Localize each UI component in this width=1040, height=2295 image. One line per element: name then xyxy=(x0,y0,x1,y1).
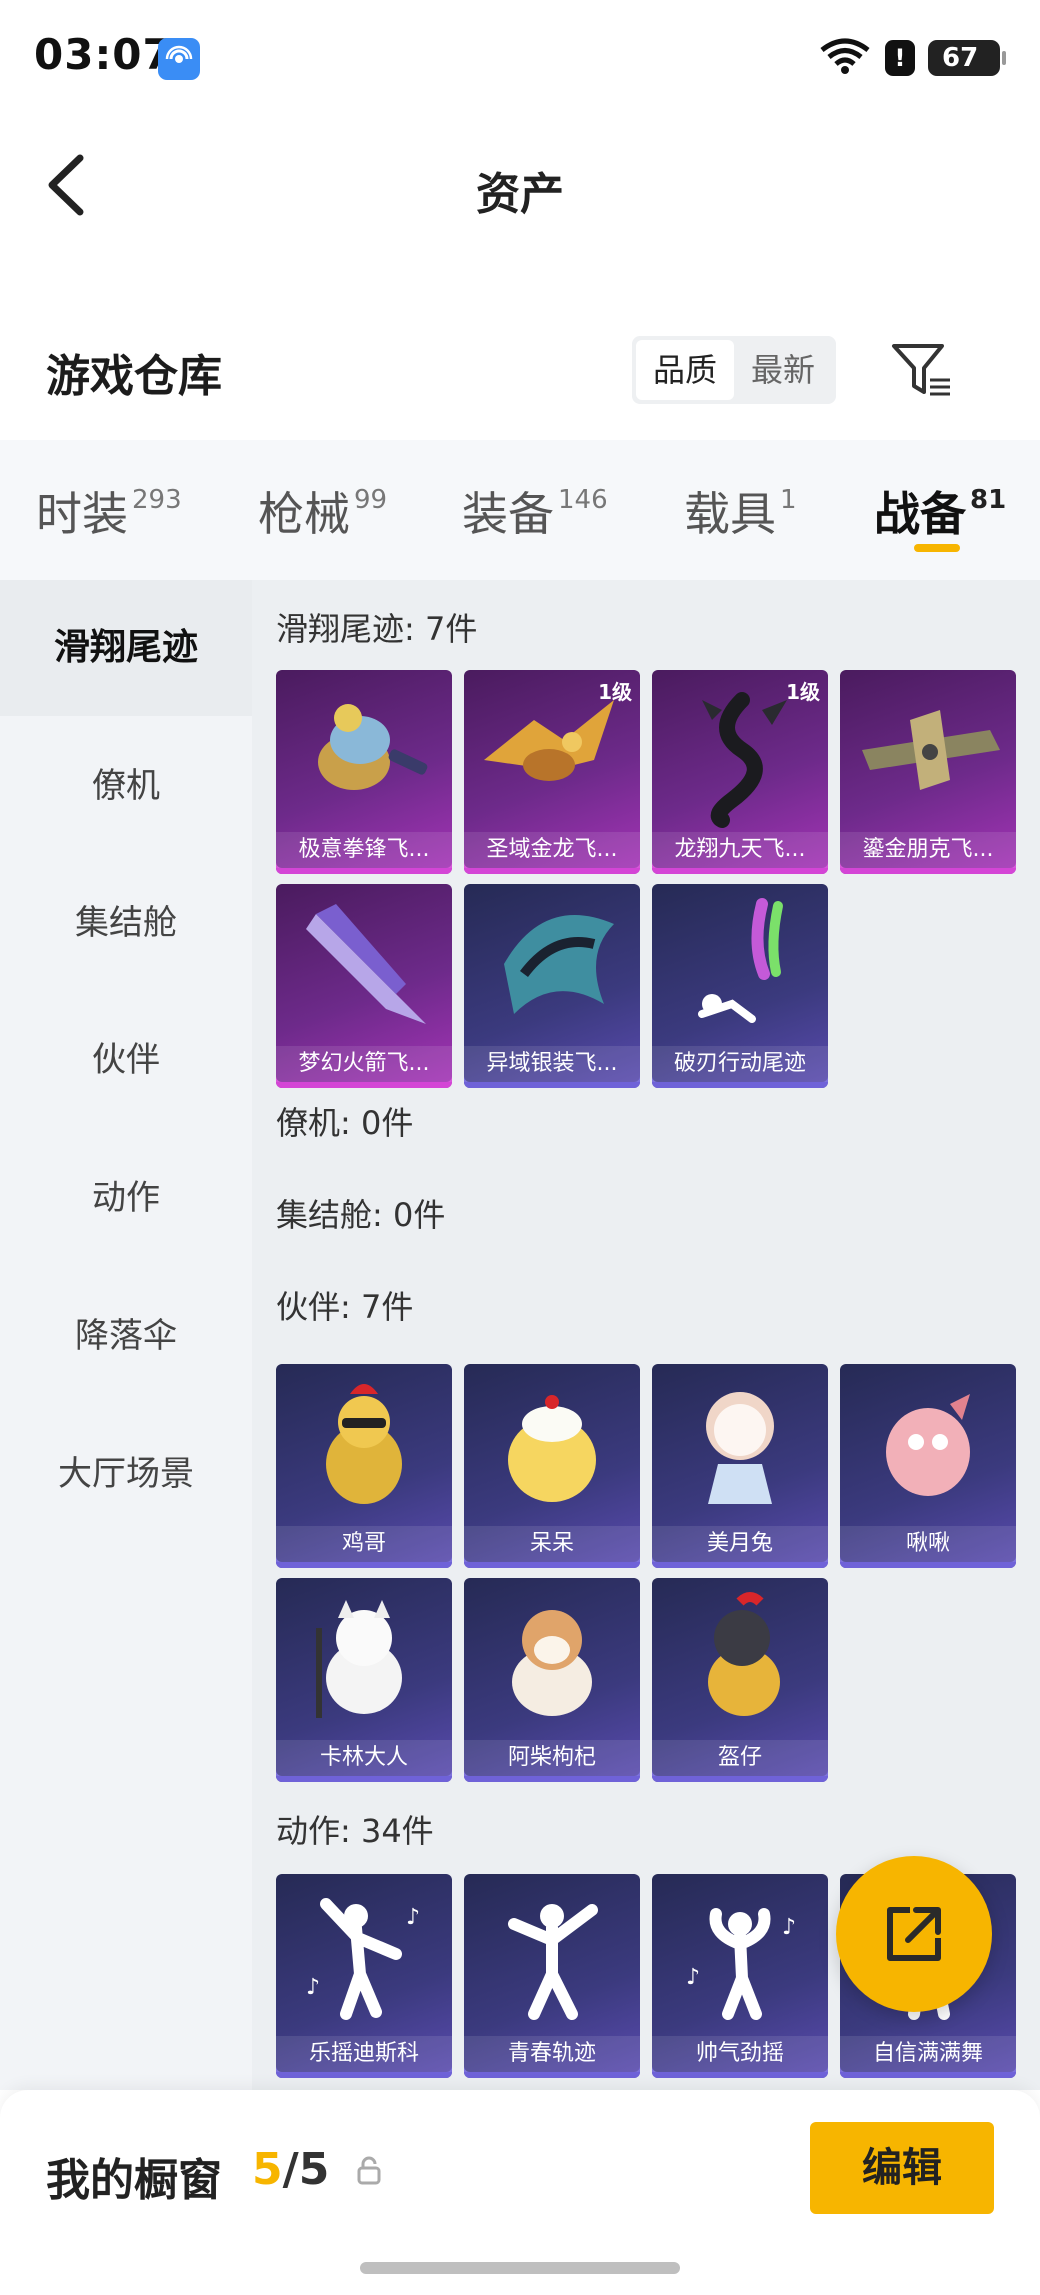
item-thumbnail: ♪♪ xyxy=(686,1908,796,2020)
category-tabs: 时装 293 枪械 99 装备 146 载具 1 战备 81 xyxy=(0,440,1040,580)
item-thumbnail xyxy=(306,904,426,1024)
item-thumbnail xyxy=(698,898,783,1023)
svg-text:♪: ♪ xyxy=(782,1915,796,1940)
sidebar-item-wingman[interactable]: 僚机 xyxy=(0,718,252,854)
showcase-label: 我的橱窗 xyxy=(46,2155,222,2206)
active-tab-indicator xyxy=(914,544,960,552)
filter-icon xyxy=(892,344,950,396)
subcategory-sidebar: 滑翔尾迹 僚机 集结舱 伙伴 动作 降落伞 大厅场景 xyxy=(0,580,252,2090)
status-time: 03:07 xyxy=(34,30,173,79)
sidebar-item-lobby-scene[interactable]: 大厅场景 xyxy=(0,1406,252,1542)
item-thumbnail xyxy=(318,704,428,790)
item-card[interactable]: 异域银装飞... xyxy=(464,884,640,1088)
app-notification-icon xyxy=(158,38,200,80)
item-card[interactable]: ♪ ♪ 乐摇迪斯科 xyxy=(276,1874,452,2078)
item-thumbnail xyxy=(708,1592,780,1716)
item-card[interactable]: 梦幻火箭飞... xyxy=(276,884,452,1088)
item-thumbnail xyxy=(316,1600,402,1718)
item-card[interactable]: 鎏金朋克飞... xyxy=(840,670,1016,874)
sort-quality-button[interactable]: 品质 xyxy=(636,340,734,400)
item-thumbnail xyxy=(326,1384,402,1504)
battery-icon: 67 xyxy=(928,40,1006,76)
svg-text:♪: ♪ xyxy=(306,1975,320,2000)
sidebar-item-glide-trail[interactable]: 滑翔尾迹 xyxy=(0,580,252,716)
section-title-emote: 动作: 34件 xyxy=(276,1812,434,1850)
tab-guns[interactable]: 枪械 99 xyxy=(258,478,387,544)
item-thumbnail xyxy=(862,710,1000,790)
sidebar-item-partner[interactable]: 伙伴 xyxy=(0,992,252,1128)
status-bar: 03:07 ! 67 xyxy=(0,0,1040,120)
share-button[interactable] xyxy=(836,1856,992,2012)
item-card[interactable]: 1级 龙翔九天飞... xyxy=(652,670,828,874)
home-indicator[interactable] xyxy=(360,2262,680,2274)
sort-toggle: 品质 最新 xyxy=(632,336,836,404)
item-card[interactable]: 盔仔 xyxy=(652,1578,828,1782)
section-title-pod: 集结舱: 0件 xyxy=(276,1196,446,1234)
warehouse-title: 游戏仓库 xyxy=(46,351,222,402)
item-card[interactable]: 极意拳锋飞... xyxy=(276,670,452,874)
item-thumbnail xyxy=(886,1394,970,1496)
sidebar-item-parachute[interactable]: 降落伞 xyxy=(0,1268,252,1404)
share-icon xyxy=(887,1907,941,1961)
section-title-wingman: 僚机: 0件 xyxy=(276,1104,414,1142)
tab-combat-gear[interactable]: 战备 81 xyxy=(874,478,1006,544)
item-thumbnail xyxy=(504,915,614,1014)
tab-vehicles[interactable]: 载具 1 xyxy=(684,478,797,544)
alert-icon: ! xyxy=(885,40,915,76)
tab-fashion[interactable]: 时装 293 xyxy=(36,478,182,544)
sidebar-item-pod[interactable]: 集结舱 xyxy=(0,855,252,991)
section-title-partner: 伙伴: 7件 xyxy=(276,1288,414,1326)
showcase-count: 5/5 xyxy=(252,2144,330,2195)
sort-latest-button[interactable]: 最新 xyxy=(734,340,832,400)
page-title: 资产 xyxy=(476,169,564,220)
tab-equipment[interactable]: 装备 146 xyxy=(462,478,608,544)
item-card[interactable]: 呆呆 xyxy=(464,1364,640,1568)
filter-button[interactable] xyxy=(888,340,954,400)
item-card[interactable]: 啾啾 xyxy=(840,1364,1016,1568)
svg-text:♪: ♪ xyxy=(406,1905,420,1930)
item-thumbnail xyxy=(512,1610,592,1716)
item-thumbnail: ♪♪ xyxy=(306,1898,420,2020)
sidebar-item-emote[interactable]: 动作 xyxy=(0,1130,252,1266)
wifi-icon xyxy=(820,38,870,78)
item-card[interactable]: 美月兔 xyxy=(652,1364,828,1568)
item-thumbnail xyxy=(508,1395,596,1502)
lock-icon xyxy=(356,2156,382,2190)
section-title-glide: 滑翔尾迹: 7件 xyxy=(276,610,478,648)
svg-text:♪: ♪ xyxy=(686,1965,700,1990)
item-thumbnail xyxy=(706,1392,774,1504)
item-thumbnail xyxy=(508,1904,598,2020)
item-card[interactable]: ♪ ♪ 帅气劲摇 xyxy=(652,1874,828,2078)
nav-header: 资产 xyxy=(0,130,1040,240)
edit-button[interactable]: 编辑 xyxy=(810,2122,994,2214)
item-card[interactable]: 1级 圣域金龙飞... xyxy=(464,670,640,874)
item-card[interactable]: 破刃行动尾迹 xyxy=(652,884,828,1088)
item-card[interactable]: 阿柴枸杞 xyxy=(464,1578,640,1782)
item-card[interactable]: 卡林大人 xyxy=(276,1578,452,1782)
item-card[interactable]: 青春轨迹 xyxy=(464,1874,640,2078)
item-card[interactable]: 鸡哥 xyxy=(276,1364,452,1568)
